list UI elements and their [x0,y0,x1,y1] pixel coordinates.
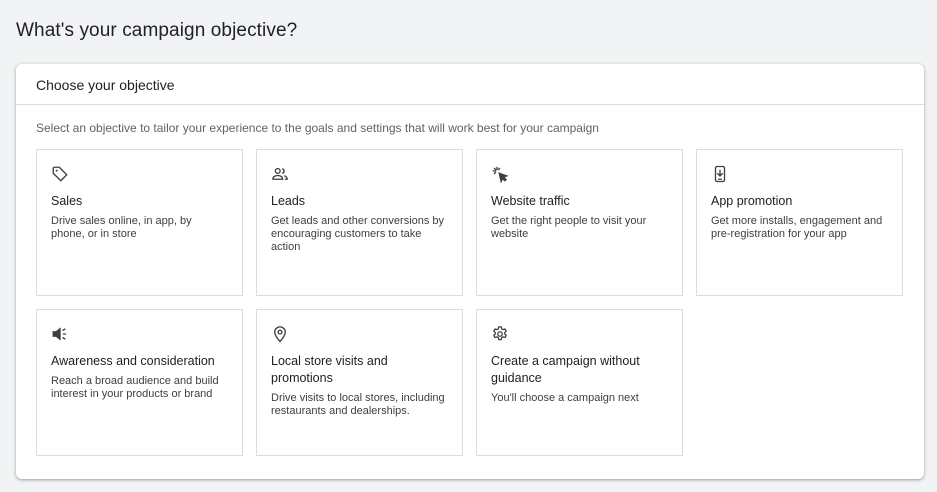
card-description: You'll choose a campaign next [491,392,639,404]
card-title: Leads [271,194,306,208]
objective-card-app-promotion[interactable]: App promotion Get more installs, engagem… [696,149,903,296]
tag-icon [51,165,69,183]
card-title: Local store visits and promotions [271,354,388,385]
card-description: Drive sales online, in app, by phone, or… [51,215,192,240]
card-description: Drive visits to local stores, including … [271,392,445,417]
card-description: Get leads and other conversions by encou… [271,215,445,253]
cursor-click-icon [491,165,509,183]
megaphone-icon [51,325,69,343]
objective-card-website-traffic[interactable]: Website traffic Get the right people to … [476,149,683,296]
card-title: App promotion [711,194,793,208]
card-title: Create a campaign without guidance [491,354,640,385]
panel-subtitle: Select an objective to tailor your exper… [36,121,599,135]
card-description: Reach a broad audience and build interes… [51,375,219,400]
gear-icon [491,325,509,343]
card-title: Website traffic [491,194,570,208]
objective-card-local-store[interactable]: Local store visits and promotions Drive … [256,309,463,456]
objective-card-no-guidance[interactable]: Create a campaign without guidance You'l… [476,309,683,456]
card-description: Get the right people to visit your websi… [491,215,647,240]
objective-card-sales[interactable]: Sales Drive sales online, in app, by pho… [36,149,243,296]
phone-download-icon [711,165,729,183]
card-title: Sales [51,194,83,208]
objective-panel: Choose your objective Select an objectiv… [16,64,924,479]
objective-card-awareness[interactable]: Awareness and consideration Reach a broa… [36,309,243,456]
page-title: What's your campaign objective? [16,20,298,41]
people-icon [271,165,289,183]
card-title: Awareness and consideration [51,354,215,368]
location-pin-icon [271,325,289,343]
objective-card-leads[interactable]: Leads Get leads and other conversions by… [256,149,463,296]
panel-header: Choose your objective [16,64,924,105]
card-description: Get more installs, engagement and pre-re… [711,215,883,240]
